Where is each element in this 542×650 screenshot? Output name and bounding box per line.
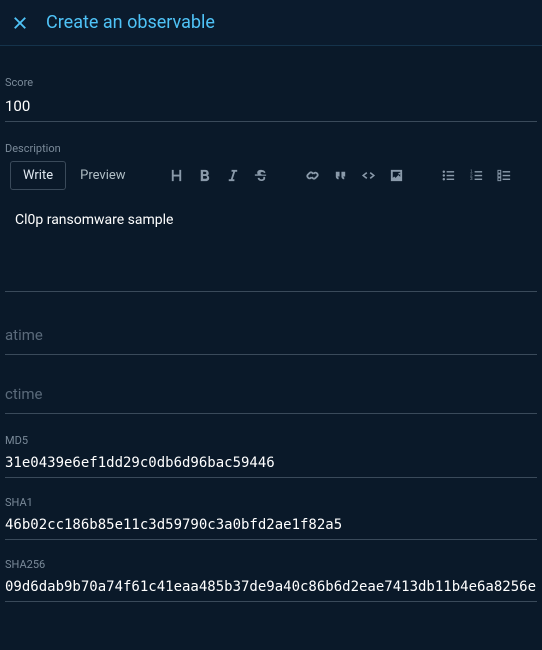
md5-label: MD5 xyxy=(5,434,537,447)
link-button[interactable] xyxy=(300,163,326,189)
strikethrough-icon xyxy=(253,168,268,183)
checklist-button[interactable] xyxy=(492,163,518,189)
ctime-input[interactable] xyxy=(5,375,537,414)
atime-field-group xyxy=(5,316,537,355)
tab-write[interactable]: Write xyxy=(10,161,66,190)
close-icon xyxy=(11,14,29,32)
description-label: Description xyxy=(5,142,537,155)
atime-input[interactable] xyxy=(5,316,537,355)
code-icon xyxy=(361,168,376,183)
tab-preview[interactable]: Preview xyxy=(68,162,137,189)
link-icon xyxy=(305,168,320,183)
md5-field-group: MD5 xyxy=(5,434,537,478)
heading-button[interactable] xyxy=(164,163,190,189)
ordered-list-icon: 1 2 3 xyxy=(469,168,484,183)
sha1-label: SHA1 xyxy=(5,496,537,509)
sha256-label: SHA256 xyxy=(5,558,537,571)
italic-icon xyxy=(225,168,240,183)
code-button[interactable] xyxy=(356,163,382,189)
quote-button[interactable] xyxy=(328,163,354,189)
score-label: Score xyxy=(5,76,537,89)
ul-button[interactable] xyxy=(436,163,462,189)
ol-button[interactable]: 1 2 3 xyxy=(464,163,490,189)
image-icon xyxy=(389,168,404,183)
strikethrough-button[interactable] xyxy=(248,163,274,189)
sha256-input[interactable] xyxy=(5,573,537,602)
unordered-list-icon xyxy=(441,168,456,183)
sha1-input[interactable] xyxy=(5,511,537,540)
ctime-field-group xyxy=(5,375,537,414)
header: Create an observable xyxy=(0,0,542,46)
svg-text:3: 3 xyxy=(470,176,473,181)
page-title: Create an observable xyxy=(46,12,215,33)
editor-toolbar: Write Preview xyxy=(5,157,537,194)
italic-button[interactable] xyxy=(220,163,246,189)
score-input[interactable] xyxy=(5,91,537,122)
form-content: Score Description Write Preview xyxy=(0,46,542,602)
description-field-group: Description Write Preview xyxy=(5,142,537,296)
bold-button[interactable] xyxy=(192,163,218,189)
close-button[interactable] xyxy=(10,13,30,33)
md5-input[interactable] xyxy=(5,449,537,478)
checklist-icon xyxy=(497,168,512,183)
sha256-field-group: SHA256 xyxy=(5,558,537,602)
sha1-field-group: SHA1 xyxy=(5,496,537,540)
quote-icon xyxy=(333,168,348,183)
heading-icon xyxy=(169,168,184,183)
score-field-group: Score xyxy=(5,76,537,122)
bold-icon xyxy=(197,168,212,183)
image-button[interactable] xyxy=(384,163,410,189)
description-textarea[interactable] xyxy=(5,202,537,292)
